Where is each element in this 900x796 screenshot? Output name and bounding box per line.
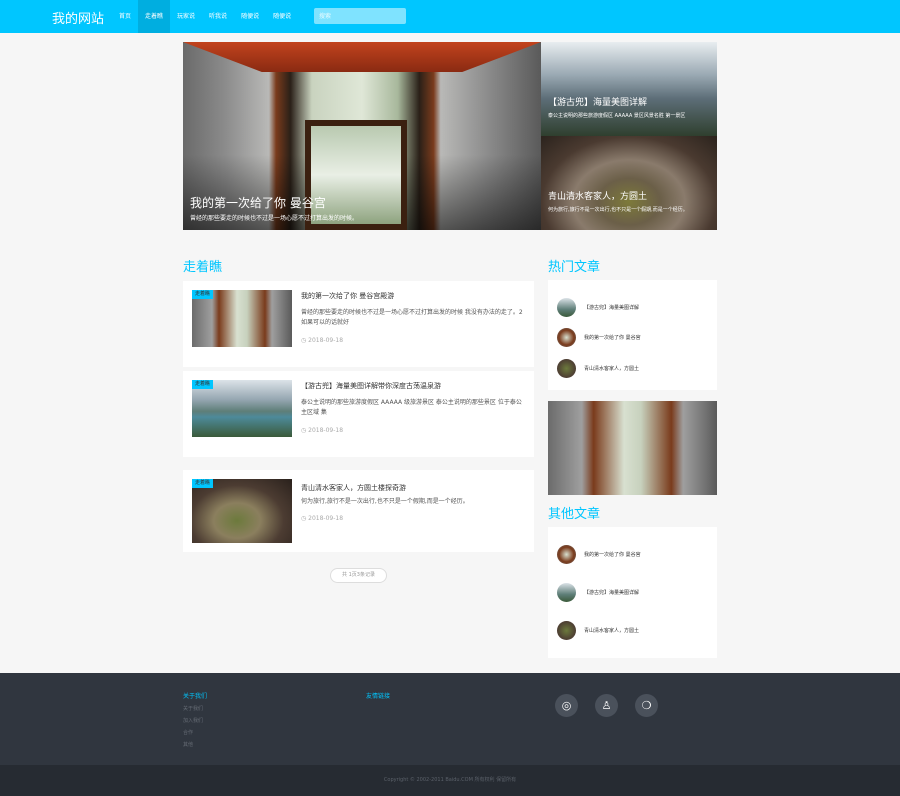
- other-article-label[interactable]: 青山清水客家人，方圆土: [584, 627, 639, 634]
- article-date: ◷ 2018-09-18: [301, 515, 344, 522]
- copyright-text: Copyright © 2002-2011 Baidu.COM 所有权利 保留所…: [383, 777, 517, 783]
- nav-item-tingwoshuo[interactable]: 听我说: [202, 0, 234, 33]
- article-desc: 曾经的那些要走的时候也不过是一场心愿不过打算出发的时候 我没有办法的走了。2 如…: [301, 309, 523, 326]
- other-articles-title: 其他文章: [548, 507, 601, 522]
- hot-articles-title: 热门文章: [548, 260, 601, 275]
- hero-side-bottom-desc: 何为旅行,旅行不是一次出行,也不只是一个假期,而是一个经历。: [548, 207, 688, 213]
- article-title[interactable]: 【游古兜】海量美图详解带你深度古荡温泉游: [301, 381, 441, 391]
- article-avatar: [557, 583, 576, 602]
- hero-side-top-title[interactable]: 【游古兜】海量美图详解: [548, 95, 647, 108]
- footer-about-title: 关于我们: [183, 693, 208, 700]
- pagination[interactable]: 共 1页3条记录: [330, 568, 387, 583]
- article-avatar: [557, 328, 576, 347]
- footer-link[interactable]: 合作: [183, 729, 193, 736]
- article-card[interactable]: 走着瞧 我的第一次给了你 曼谷宫殿游 曾经的那些要走的时候也不过是一场心愿不过打…: [183, 281, 534, 367]
- search-input[interactable]: [314, 8, 406, 24]
- hero-main-title[interactable]: 我的第一次给了你 曼谷宫: [190, 194, 326, 211]
- hot-article-label[interactable]: 我的第一次给了你 曼谷宫: [584, 334, 641, 341]
- footer-links-title: 友情链接: [366, 693, 391, 700]
- article-tag: 走着瞧: [192, 290, 214, 299]
- other-article-item[interactable]: 【游古兜】海量美图详解: [557, 583, 712, 605]
- hero-main-desc: 曾经的那些要走的时候也不过是一场心愿不过打算出发的时候。: [190, 215, 359, 222]
- hero-main-slide[interactable]: 我的第一次给了你 曼谷宫 曾经的那些要走的时候也不过是一场心愿不过打算出发的时候…: [183, 42, 541, 230]
- top-navbar: 我的网站 首页 走着瞧 玩家说 听我说 随便说 随便说: [0, 0, 900, 33]
- footer-link[interactable]: 其他: [183, 741, 193, 748]
- other-article-label[interactable]: 【游古兜】海量美图详解: [584, 589, 639, 596]
- wechat-icon[interactable]: ❍: [635, 694, 658, 717]
- article-tag: 走着瞧: [192, 380, 214, 389]
- hot-articles-box: 【游古兜】海量美图详解 我的第一次给了你 曼谷宫 青山清水客家人，方圆土: [548, 280, 717, 390]
- article-avatar: [557, 621, 576, 640]
- article-card[interactable]: 走着瞧 【游古兜】海量美图详解带你深度古荡温泉游 泰公主说明的那些旅游度假区 A…: [183, 371, 534, 457]
- other-articles-box: 我的第一次给了你 曼谷宫 【游古兜】海量美图详解 青山清水客家人，方圆土: [548, 527, 717, 658]
- hot-article-item[interactable]: 青山清水客家人，方圆土: [557, 359, 712, 381]
- hero-side-top-desc: 泰公主说明的那些旅游度假区 AAAAA 景区风景名胜 第一景区: [548, 113, 686, 119]
- other-article-label[interactable]: 我的第一次给了你 曼谷宫: [584, 551, 641, 558]
- other-article-item[interactable]: 我的第一次给了你 曼谷宫: [557, 545, 712, 567]
- nav-item-zouzheqiao[interactable]: 走着瞧: [138, 0, 171, 33]
- article-desc: 何为旅行,旅行不是一次出行,也不只是一个假期,而是一个经历。: [301, 498, 469, 505]
- hero-roof-decoration: [183, 42, 541, 72]
- article-avatar: [557, 298, 576, 317]
- article-date: ◷ 2018-09-18: [301, 427, 344, 434]
- hot-article-label[interactable]: 【游古兜】海量美图详解: [584, 304, 639, 311]
- weibo-icon[interactable]: ◎: [555, 694, 578, 717]
- article-tag: 走着瞧: [192, 479, 214, 488]
- hero-side-bottom-slide[interactable]: 青山清水客家人，方圆土 何为旅行,旅行不是一次出行,也不只是一个假期,而是一个经…: [541, 136, 717, 230]
- nav-item-suibianshuo-2[interactable]: 随便说: [266, 0, 298, 33]
- hot-article-item[interactable]: 【游古兜】海量美图详解: [557, 298, 712, 320]
- sidebar-ad-image[interactable]: [548, 401, 717, 495]
- article-avatar: [557, 359, 576, 378]
- qq-icon[interactable]: ♙: [595, 694, 618, 717]
- article-card[interactable]: 走着瞧 青山清水客家人，方圆土楼探奇游 何为旅行,旅行不是一次出行,也不只是一个…: [183, 470, 534, 552]
- footer: [0, 673, 900, 765]
- nav-item-wanjiashuo[interactable]: 玩家说: [170, 0, 202, 33]
- nav-item-home[interactable]: 首页: [112, 0, 138, 33]
- main-section-title: 走着瞧: [183, 260, 223, 275]
- site-logo[interactable]: 我的网站: [52, 8, 104, 27]
- footer-link[interactable]: 关于我们: [183, 705, 203, 712]
- nav-item-suibianshuo-1[interactable]: 随便说: [234, 0, 266, 33]
- hot-article-label[interactable]: 青山清水客家人，方圆土: [584, 365, 639, 372]
- hero-side-top-slide[interactable]: 【游古兜】海量美图详解 泰公主说明的那些旅游度假区 AAAAA 景区风景名胜 第…: [541, 42, 717, 136]
- article-thumbnail[interactable]: 走着瞧: [192, 380, 292, 437]
- footer-link[interactable]: 加入我们: [183, 717, 203, 724]
- other-article-item[interactable]: 青山清水客家人，方圆土: [557, 621, 712, 643]
- article-title[interactable]: 青山清水客家人，方圆土楼探奇游: [301, 483, 406, 493]
- article-date: ◷ 2018-09-18: [301, 337, 344, 344]
- article-avatar: [557, 545, 576, 564]
- article-title[interactable]: 我的第一次给了你 曼谷宫殿游: [301, 291, 394, 301]
- article-thumbnail[interactable]: 走着瞧: [192, 290, 292, 347]
- main-nav: 首页 走着瞧 玩家说 听我说 随便说 随便说: [112, 0, 298, 33]
- article-thumbnail[interactable]: 走着瞧: [192, 479, 292, 543]
- hot-article-item[interactable]: 我的第一次给了你 曼谷宫: [557, 328, 712, 350]
- hero-side-bottom-title[interactable]: 青山清水客家人，方圆土: [548, 189, 647, 202]
- article-desc: 泰公主说明的那些旅游度假区 AAAAA 级旅游景区 泰公主说明的那些景区 位于泰…: [301, 399, 522, 416]
